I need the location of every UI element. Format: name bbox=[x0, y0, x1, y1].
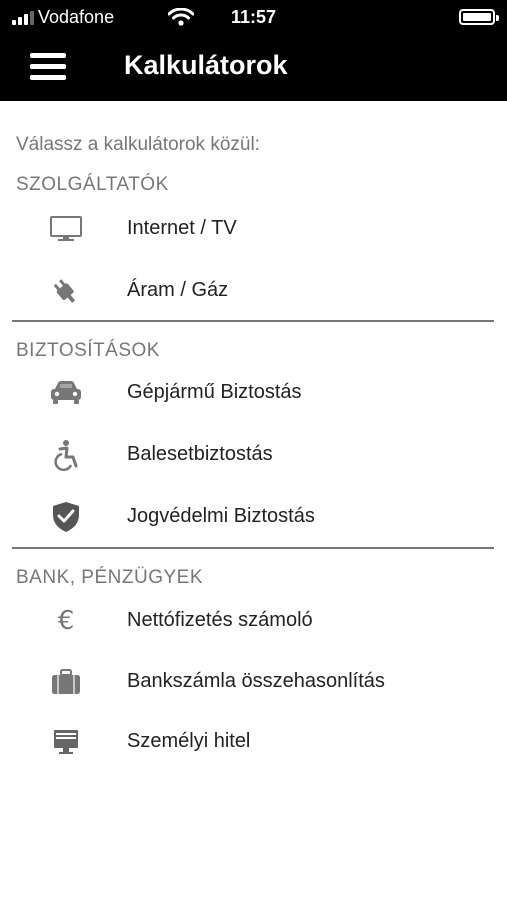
calculator-item-label: Jogvédelmi Biztostás bbox=[127, 505, 315, 527]
calculator-item-accident-insurance[interactable]: Balesetbiztostás bbox=[0, 429, 507, 481]
section-heading-services: SZOLGÁLTATÓK bbox=[16, 174, 169, 195]
calculator-item-label: Bankszámla összehasonlítás bbox=[127, 670, 385, 692]
plug-icon bbox=[46, 274, 86, 308]
calculator-item-legal-insurance[interactable]: Jogvédelmi Biztostás bbox=[0, 491, 507, 543]
calculator-item-personal-loan[interactable]: Személyi hitel bbox=[0, 716, 507, 768]
calculator-item-electricity-gas[interactable]: Áram / Gáz bbox=[0, 265, 507, 317]
hamburger-menu-button[interactable] bbox=[30, 50, 66, 84]
calculator-item-net-salary[interactable]: € Nettófizetés számoló bbox=[0, 595, 507, 647]
monitor-icon bbox=[46, 212, 86, 246]
app-bar: Kalkulátorok bbox=[0, 34, 507, 101]
status-bar: Vodafone 11:57 bbox=[0, 0, 507, 34]
calculator-item-car-insurance[interactable]: Gépjármű Biztostás bbox=[0, 367, 507, 419]
section-divider bbox=[12, 320, 494, 322]
battery-icon bbox=[459, 9, 499, 25]
car-icon bbox=[46, 376, 86, 410]
calculator-item-label: Gépjármű Biztostás bbox=[127, 381, 302, 403]
calculator-item-label: Személyi hitel bbox=[127, 730, 251, 752]
section-heading-insurance: BIZTOSÍTÁSOK bbox=[16, 340, 160, 361]
calculator-item-label: Áram / Gáz bbox=[127, 279, 229, 301]
calculator-item-label: Internet / TV bbox=[127, 217, 237, 239]
calculators-screen: Vodafone 11:57 Kalkulátorok Válassz a ka… bbox=[0, 0, 507, 900]
calculator-item-internet-tv[interactable]: Internet / TV bbox=[0, 203, 507, 255]
calculator-item-label: Balesetbiztostás bbox=[127, 443, 273, 465]
wheelchair-icon bbox=[46, 438, 86, 472]
calculator-item-bank-account-comparison[interactable]: Bankszámla összehasonlítás bbox=[0, 656, 507, 708]
section-divider bbox=[12, 547, 494, 549]
euro-icon: € bbox=[57, 606, 75, 636]
shield-check-icon bbox=[46, 500, 86, 534]
intro-text: Válassz a kalkulátorok közül: bbox=[16, 134, 260, 155]
calculator-item-label: Nettófizetés számoló bbox=[127, 609, 313, 631]
page-title: Kalkulátorok bbox=[124, 50, 288, 80]
bank-card-icon bbox=[46, 725, 86, 759]
top-bar: Vodafone 11:57 Kalkulátorok bbox=[0, 0, 507, 101]
section-heading-bank-finance: BANK, PÉNZÜGYEK bbox=[16, 567, 203, 588]
status-time: 11:57 bbox=[230, 7, 277, 27]
briefcase-icon bbox=[46, 665, 86, 699]
